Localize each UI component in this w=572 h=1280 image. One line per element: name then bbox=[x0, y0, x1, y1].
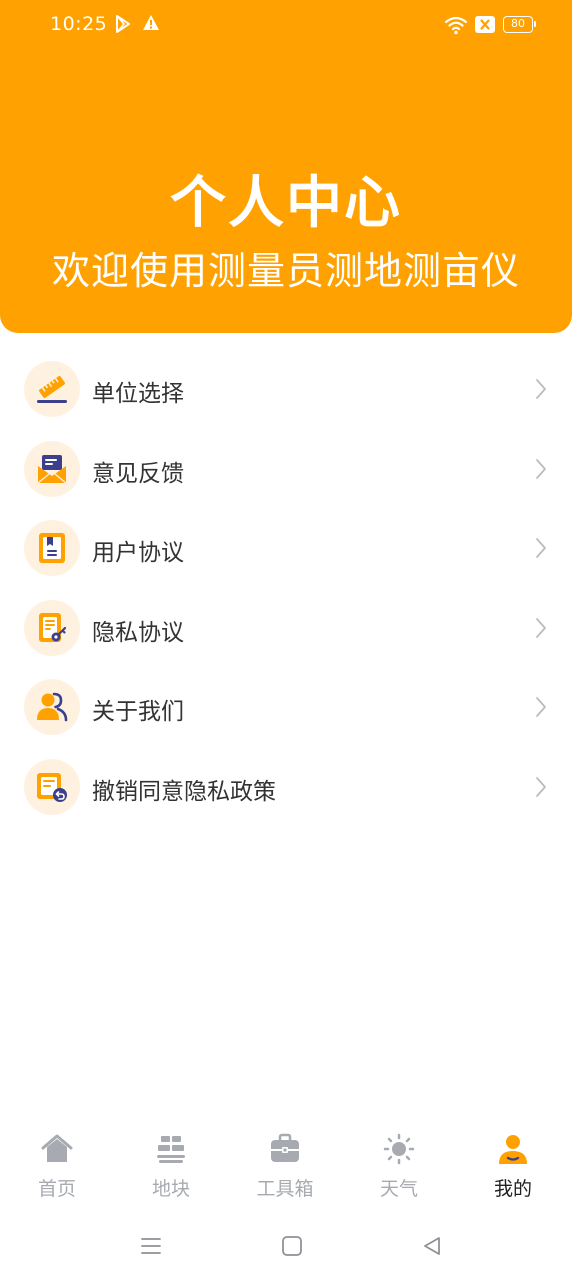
menu-icon[interactable] bbox=[139, 1234, 163, 1262]
chevron-right-icon bbox=[534, 775, 548, 803]
home-button-icon[interactable] bbox=[280, 1234, 304, 1262]
menu-item-about-us[interactable]: 关于我们 bbox=[0, 667, 572, 747]
tab-label: 地块 bbox=[151, 1178, 190, 1200]
profile-header: 10:25 80 个人中心 欢迎使用测量员测地测亩仪 bbox=[0, 0, 572, 333]
ruler-icon bbox=[24, 361, 80, 417]
menu-item-label: 单位选择 bbox=[92, 381, 184, 407]
warning-icon bbox=[142, 14, 160, 36]
about-us-icon bbox=[24, 679, 80, 735]
bottom-tab-bar: 首页 地块 工具箱 天气 我的 bbox=[0, 1125, 572, 1215]
menu-item-label: 关于我们 bbox=[92, 699, 184, 725]
revoke-consent-icon bbox=[24, 758, 80, 815]
chevron-right-icon bbox=[534, 616, 548, 644]
chevron-right-icon bbox=[534, 377, 548, 405]
toolbox-icon bbox=[269, 1133, 301, 1169]
tab-weather[interactable]: 天气 bbox=[342, 1125, 456, 1215]
plots-icon bbox=[155, 1133, 187, 1169]
weather-sun-icon bbox=[383, 1133, 415, 1169]
chevron-right-icon bbox=[534, 695, 548, 723]
feedback-mail-icon bbox=[24, 440, 80, 497]
menu-item-label: 意见反馈 bbox=[92, 460, 184, 487]
chevron-right-icon bbox=[534, 457, 548, 485]
menu-item-feedback[interactable]: 意见反馈 bbox=[0, 429, 572, 509]
tab-label: 我的 bbox=[493, 1178, 532, 1200]
tab-mine[interactable]: 我的 bbox=[456, 1125, 570, 1215]
menu-item-label: 用户协议 bbox=[92, 540, 184, 566]
status-time: 10:25 bbox=[50, 13, 108, 35]
system-navigation-bar bbox=[0, 1218, 572, 1280]
settings-menu: 单位选择 意见反馈 用户协议 隐私协议 关于我们 撤销同意隐私政策 bbox=[0, 349, 572, 826]
user-agreement-icon bbox=[24, 520, 80, 576]
tab-plots[interactable]: 地块 bbox=[114, 1125, 228, 1215]
menu-item-privacy-agreement[interactable]: 隐私协议 bbox=[0, 588, 572, 668]
tab-toolbox[interactable]: 工具箱 bbox=[228, 1125, 342, 1215]
page-title: 个人中心 bbox=[170, 171, 402, 236]
wifi-icon bbox=[444, 15, 468, 39]
home-icon bbox=[41, 1133, 73, 1169]
menu-item-label: 撤销同意隐私政策 bbox=[92, 778, 276, 805]
screen: 10:25 80 个人中心 欢迎使用测量员测地测亩仪 单位选择 意见反馈 用户协… bbox=[0, 0, 572, 1280]
tab-home[interactable]: 首页 bbox=[0, 1125, 114, 1215]
profile-icon bbox=[497, 1133, 529, 1169]
menu-item-user-agreement[interactable]: 用户协议 bbox=[0, 508, 572, 588]
menu-item-revoke-privacy-consent[interactable]: 撤销同意隐私政策 bbox=[0, 747, 572, 827]
menu-item-label: 隐私协议 bbox=[92, 619, 184, 646]
status-bar: 10:25 80 bbox=[0, 0, 572, 52]
menu-item-unit-selection[interactable]: 单位选择 bbox=[0, 349, 572, 429]
tab-label: 工具箱 bbox=[256, 1178, 314, 1200]
battery-icon: 80 bbox=[503, 16, 536, 33]
sim-x-icon bbox=[475, 16, 495, 37]
privacy-key-icon bbox=[24, 599, 80, 656]
chevron-right-icon bbox=[534, 536, 548, 564]
tab-label: 天气 bbox=[379, 1178, 418, 1200]
tab-label: 首页 bbox=[37, 1178, 76, 1200]
play-store-icon bbox=[114, 14, 132, 38]
back-icon[interactable] bbox=[420, 1234, 444, 1262]
page-subtitle: 欢迎使用测量员测地测亩仪 bbox=[51, 249, 520, 293]
